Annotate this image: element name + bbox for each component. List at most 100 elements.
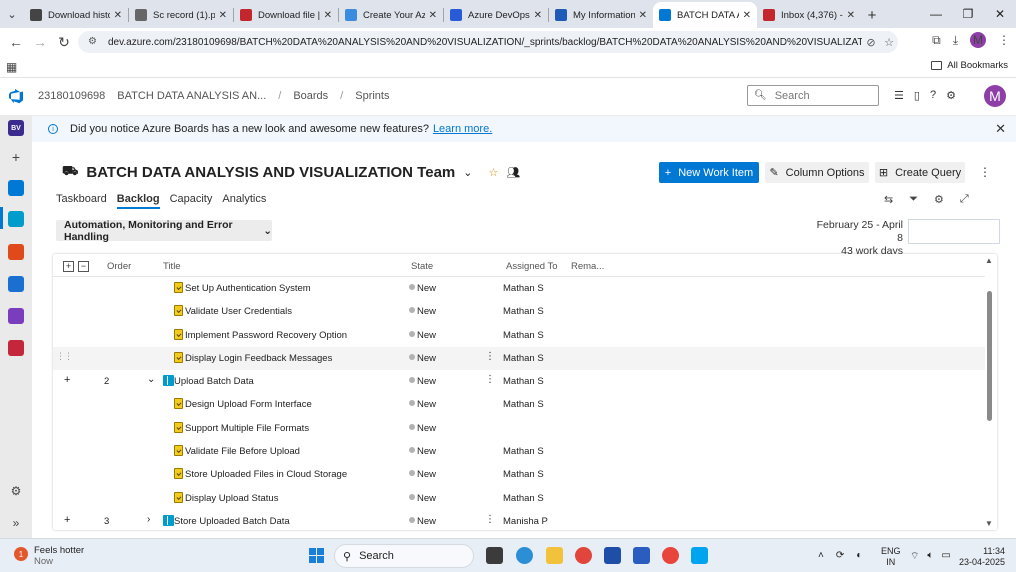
more-actions-icon[interactable]: ⋮	[979, 165, 991, 179]
team-members-icon[interactable]: 👥︎	[506, 166, 520, 179]
grid-scrollbar[interactable]: ▲ ▼	[984, 254, 996, 530]
expand-rail-icon[interactable]: »	[8, 516, 24, 532]
drag-handle-icon[interactable]: ⋮⋮	[56, 351, 73, 362]
close-window-icon[interactable]: ✕	[984, 0, 1016, 28]
state-value[interactable]: New	[417, 399, 436, 410]
favorite-star-icon[interactable]: ☆	[488, 166, 498, 179]
close-tab-icon[interactable]: ✕	[219, 10, 227, 21]
task-row[interactable]: Support Multiple File Formats New	[53, 417, 985, 440]
weather-widget[interactable]: 1 Feels hotter Now	[14, 545, 84, 567]
browser-tab[interactable]: Azure DevOps - ✕	[444, 2, 548, 28]
all-bookmarks-button[interactable]: All Bookmarks	[931, 60, 1008, 71]
scroll-down-icon[interactable]: ▼	[985, 519, 993, 528]
tracking-prevention-icon[interactable]: ⊘	[862, 36, 880, 49]
breadcrumb-sprints[interactable]: Sprints	[355, 90, 389, 102]
overview-icon[interactable]	[8, 180, 24, 196]
sync-icon[interactable]: ⟳	[836, 550, 844, 561]
snipping-tool-icon[interactable]	[691, 547, 708, 564]
new-work-item-button[interactable]: + New Work Item	[659, 162, 759, 183]
chevron-down-icon[interactable]: ⌄	[147, 374, 155, 385]
expand-all-icon[interactable]: +	[63, 261, 74, 272]
settings-gear-icon[interactable]: ⚙	[934, 193, 944, 206]
view-options-icon[interactable]: ⇆	[884, 193, 893, 206]
breadcrumb-project[interactable]: BATCH DATA ANALYSIS AN...	[117, 90, 266, 102]
state-value[interactable]: New	[417, 469, 436, 480]
task-row[interactable]: Validate File Before Upload New Mathan S	[53, 440, 985, 463]
task-row[interactable]: Store Uploaded Files in Cloud Storage New…	[53, 463, 985, 486]
task-title[interactable]: Display Upload Status	[185, 493, 278, 504]
work-item-title[interactable]: Upload Batch Data	[174, 376, 254, 387]
state-value[interactable]: New	[417, 376, 436, 387]
artifacts-icon[interactable]	[8, 340, 24, 356]
browser-tab[interactable]: Download file | i ✕	[234, 2, 338, 28]
fullscreen-icon[interactable]: ⤢	[960, 193, 969, 206]
browser-tab[interactable]: Create Your Azu ✕	[339, 2, 443, 28]
state-value[interactable]: New	[417, 423, 436, 434]
task-title[interactable]: Store Uploaded Files in Cloud Storage	[185, 469, 347, 480]
add-child-icon[interactable]: +	[64, 374, 70, 386]
close-tab-icon[interactable]: ✕	[429, 10, 437, 21]
tab-analytics[interactable]: Analytics	[222, 193, 266, 209]
extensions-icon[interactable]: ⧉	[932, 33, 941, 48]
task-title[interactable]: Implement Password Recovery Option	[185, 330, 347, 341]
close-tab-icon[interactable]: ✕	[743, 10, 751, 21]
state-value[interactable]: New	[417, 516, 436, 527]
tab-search-icon[interactable]: ⌄	[0, 0, 24, 28]
taskbar-search[interactable]: ⚲ Search	[334, 544, 474, 568]
task-row[interactable]: Implement Password Recovery Option New Mat…	[53, 324, 985, 347]
site-info-icon[interactable]: ⚙	[88, 36, 100, 48]
backlog-item-row[interactable]: +3 › Store Uploaded Batch Data New ⋮ Manisha …	[53, 510, 985, 530]
row-more-actions-icon[interactable]: ⋮	[485, 514, 495, 525]
browser-profile-avatar[interactable]: M	[970, 32, 986, 48]
column-assigned-to[interactable]: Assigned To	[506, 261, 558, 272]
network-app-icon[interactable]: ◐	[856, 550, 862, 561]
tab-capacity[interactable]: Capacity	[170, 193, 213, 209]
assigned-to-value[interactable]: Mathan S	[503, 469, 544, 480]
column-order[interactable]: Order	[107, 261, 131, 272]
task-title[interactable]: Validate File Before Upload	[185, 446, 300, 457]
breadcrumb-org[interactable]: 23180109698	[38, 90, 105, 102]
windows-start-icon[interactable]	[309, 548, 324, 563]
assigned-to-value[interactable]: Mathan S	[503, 493, 544, 504]
task-title[interactable]: Display Login Feedback Messages	[185, 353, 332, 364]
assigned-to-value[interactable]: Manisha P	[503, 516, 548, 527]
close-tab-icon[interactable]: ✕	[534, 10, 542, 21]
work-item-title[interactable]: Store Uploaded Batch Data	[174, 516, 290, 527]
tab-backlog[interactable]: Backlog	[116, 193, 160, 209]
learn-more-link[interactable]: Learn more.	[433, 123, 492, 135]
boards-icon[interactable]	[8, 211, 24, 227]
assigned-to-value[interactable]: Mathan S	[503, 446, 544, 457]
breadcrumb-boards[interactable]: Boards	[293, 90, 328, 102]
task-view-icon[interactable]	[486, 547, 503, 564]
url-field[interactable]: ⚙ dev.azure.com/23180109698/BATCH%20DATA…	[78, 31, 898, 53]
assigned-to-value[interactable]: Mathan S	[503, 306, 544, 317]
task-row[interactable]: Set Up Authentication System New Mathan S	[53, 277, 985, 300]
chevron-right-icon[interactable]: ›	[147, 514, 150, 525]
row-more-actions-icon[interactable]: ⋮	[485, 374, 495, 385]
work-items-list-icon[interactable]: ☰	[894, 89, 904, 102]
project-badge[interactable]: BV	[8, 120, 24, 136]
avatar[interactable]: M	[984, 85, 1006, 107]
add-icon[interactable]: +	[8, 150, 24, 166]
task-title[interactable]: Set Up Authentication System	[185, 283, 311, 294]
column-state[interactable]: State	[411, 261, 433, 272]
marketplace-icon[interactable]: ▯	[914, 89, 920, 102]
apps-grid-icon[interactable]: ▦	[6, 60, 17, 74]
state-value[interactable]: New	[417, 493, 436, 504]
downloads-icon[interactable]: ⤓	[953, 33, 958, 48]
wifi-icon[interactable]: ⌔	[910, 550, 919, 563]
close-banner-icon[interactable]: ✕	[995, 121, 1006, 137]
close-tab-icon[interactable]: ✕	[114, 10, 122, 21]
close-tab-icon[interactable]: ✕	[847, 10, 855, 21]
clock[interactable]: 11:34 23-04-2025	[955, 546, 1005, 568]
row-more-actions-icon[interactable]: ⋮	[485, 351, 495, 362]
outlook-icon[interactable]	[604, 547, 621, 564]
state-value[interactable]: New	[417, 283, 436, 294]
browser-tab[interactable]: BATCH DATA AN ✕	[653, 2, 757, 28]
minimize-icon[interactable]: —	[920, 0, 952, 28]
azure-devops-logo-icon[interactable]	[8, 88, 24, 104]
assigned-to-value[interactable]: Mathan S	[503, 283, 544, 294]
state-value[interactable]: New	[417, 330, 436, 341]
assigned-to-value[interactable]: Mathan S	[503, 376, 544, 387]
task-row[interactable]: Display Upload Status New Mathan S	[53, 487, 985, 510]
